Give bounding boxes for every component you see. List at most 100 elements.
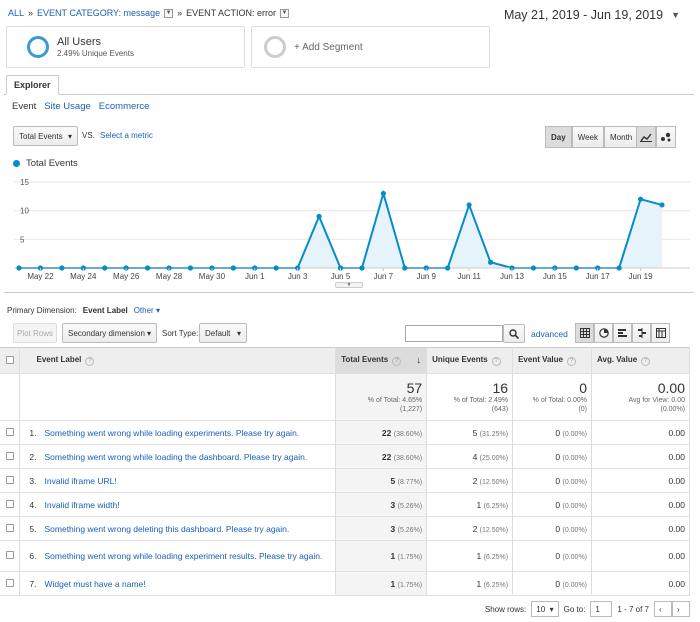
avg-value-total: 0.00 Avg for View: 0.00 (0.00%) [591,373,690,421]
chevron-down-icon: ▾ [146,328,151,338]
data-view-icon[interactable] [575,323,594,343]
row-checkbox-cell[interactable] [0,571,21,596]
help-icon[interactable]: ? [641,357,651,366]
event-label-link[interactable]: Something went wrong while loading the d… [44,452,307,462]
show-rows-label: Show rows: [484,604,527,614]
search-icon[interactable] [503,324,525,343]
goto-input[interactable]: 1 [590,601,613,617]
event-label-link[interactable]: Widget must have a name! [44,579,145,589]
motion-chart-icon[interactable] [656,126,676,148]
subtab-ecommerce[interactable]: Ecommerce [99,101,150,112]
checkbox[interactable] [5,451,14,460]
granularity-toggle: Day Week Month [545,126,639,148]
next-page-icon[interactable]: › [672,601,690,617]
event-label-link[interactable]: Something went wrong while loading exper… [44,428,299,438]
unique-events-cell: 2 (12.50%) [426,516,514,541]
comparison-view-icon[interactable] [632,323,651,343]
performance-view-icon[interactable] [613,323,632,343]
pie-view-icon[interactable] [594,323,613,343]
metric-select[interactable]: Total Events ▾ [13,126,78,146]
col-event-value[interactable]: Event Value? [512,347,593,374]
checkbox[interactable] [5,551,14,559]
category-dropdown-icon[interactable]: ▼ [164,8,174,18]
data-point [573,265,579,271]
col-avg-value[interactable]: Avg. Value? [591,347,690,374]
checkbox[interactable] [5,355,14,364]
checkbox[interactable] [5,427,14,436]
total-events-cell: 1 (1.75%) [335,540,428,572]
checkbox[interactable] [5,475,14,484]
subtab-event[interactable]: Event [12,101,36,112]
sort-type-select[interactable]: Default ▾ [199,323,247,343]
advanced-filter-link[interactable]: advanced [531,329,568,339]
row-checkbox-cell[interactable] [0,492,21,517]
row-checkbox-cell[interactable] [0,516,21,541]
week-button[interactable]: Week [571,126,604,148]
event-value-cell: 0 (0.00%) [512,468,593,493]
avg-value-cell: 0.00 [591,492,690,517]
date-range-picker[interactable]: May 21, 2019 - Jun 19, 2019 ▼ [504,8,680,22]
show-rows-select[interactable]: 10 ▾ [531,601,559,617]
breadcrumb-category[interactable]: EVENT CATEGORY: message [37,8,160,18]
data-point [316,213,322,219]
table-row: 3. Invalid iframe URL! 5 (8.77%) 2 (12.50… [0,468,690,493]
data-point [402,265,408,271]
secondary-dimension-select[interactable]: Secondary dimension ▾ [62,323,157,343]
unique-events-cell: 2 (12.50%) [426,468,514,493]
unique-events-cell: 4 (25.00%) [426,444,514,469]
checkbox[interactable] [5,578,14,587]
other-dimension-link[interactable]: Other ▾ [134,306,160,315]
event-value-cell: 0 (0.00%) [512,444,593,469]
primary-dimension-value: Event Label [82,306,128,315]
checkbox[interactable] [5,499,14,508]
event-label-link[interactable]: Invalid iframe URL! [44,476,116,486]
row-checkbox-cell[interactable] [0,420,21,445]
row-checkbox-cell[interactable] [0,444,21,469]
prev-page-icon[interactable]: ‹ [654,601,672,617]
day-button[interactable]: Day [545,126,572,148]
col-unique-events[interactable]: Unique Events? [426,347,514,374]
primary-dimension-bar: Primary Dimension: Event Label Other ▾ [7,306,160,315]
select-metric-link[interactable]: Select a metric [100,131,153,140]
total-events-total: 57 % of Total: 4.65% (1,227) [335,373,428,421]
help-icon[interactable]: ? [85,357,95,366]
event-label-link[interactable]: Something went wrong deleting this dashb… [44,524,289,534]
unique-events-cell: 5 (31.25%) [426,420,514,445]
divider [4,292,694,293]
data-point [102,265,108,271]
row-checkbox-cell[interactable] [0,468,21,493]
month-button[interactable]: Month [604,126,639,148]
col-total-events[interactable]: Total Events? ↓ [335,347,428,374]
avg-value-cell: 0.00 [591,516,690,541]
help-icon[interactable]: ? [392,357,402,366]
explorer-subtabs: Event Site Usage Ecommerce [12,101,149,112]
event-value-cell: 0 (0.00%) [512,492,593,517]
subtab-site-usage[interactable]: Site Usage [44,101,90,112]
line-chart-icon[interactable] [636,126,656,148]
col-event-label[interactable]: Event Label? [19,347,337,374]
event-label-link[interactable]: Something went wrong while loading exper… [44,551,322,561]
tab-explorer[interactable]: Explorer [6,75,59,95]
event-label-link[interactable]: Invalid iframe width! [44,500,119,510]
segment-all-users[interactable]: All Users 2.49% Unique Events [6,26,245,68]
chart-resize-handle[interactable]: ▼ [335,282,363,288]
select-all-checkbox-cell[interactable] [0,347,21,374]
event-value-cell: 0 (0.00%) [512,420,593,445]
add-segment-button[interactable]: + Add Segment [251,26,490,68]
date-range-text: May 21, 2019 - Jun 19, 2019 [503,8,664,22]
table-search-input[interactable] [405,325,503,342]
x-tick-label: May 22 [27,272,54,281]
action-dropdown-icon[interactable]: ▼ [279,8,289,18]
secondary-dimension-label: Secondary dimension [68,328,145,338]
line-chart: 5 10 15 May 22 May 24 May 26 May 28 May 30 Jun 1… [14,178,690,281]
pivot-view-icon[interactable] [651,323,670,343]
chevron-down-icon: ▾ [67,131,72,141]
help-icon[interactable]: ? [567,357,576,366]
plot-rows-button[interactable]: Plot Rows [13,323,57,343]
help-icon[interactable]: ? [491,357,501,366]
row-index: 4. [29,499,37,510]
legend-label: Total Events [26,158,78,169]
breadcrumb-all[interactable]: ALL [8,8,24,18]
checkbox[interactable] [5,523,14,532]
row-checkbox-cell[interactable] [0,540,21,572]
